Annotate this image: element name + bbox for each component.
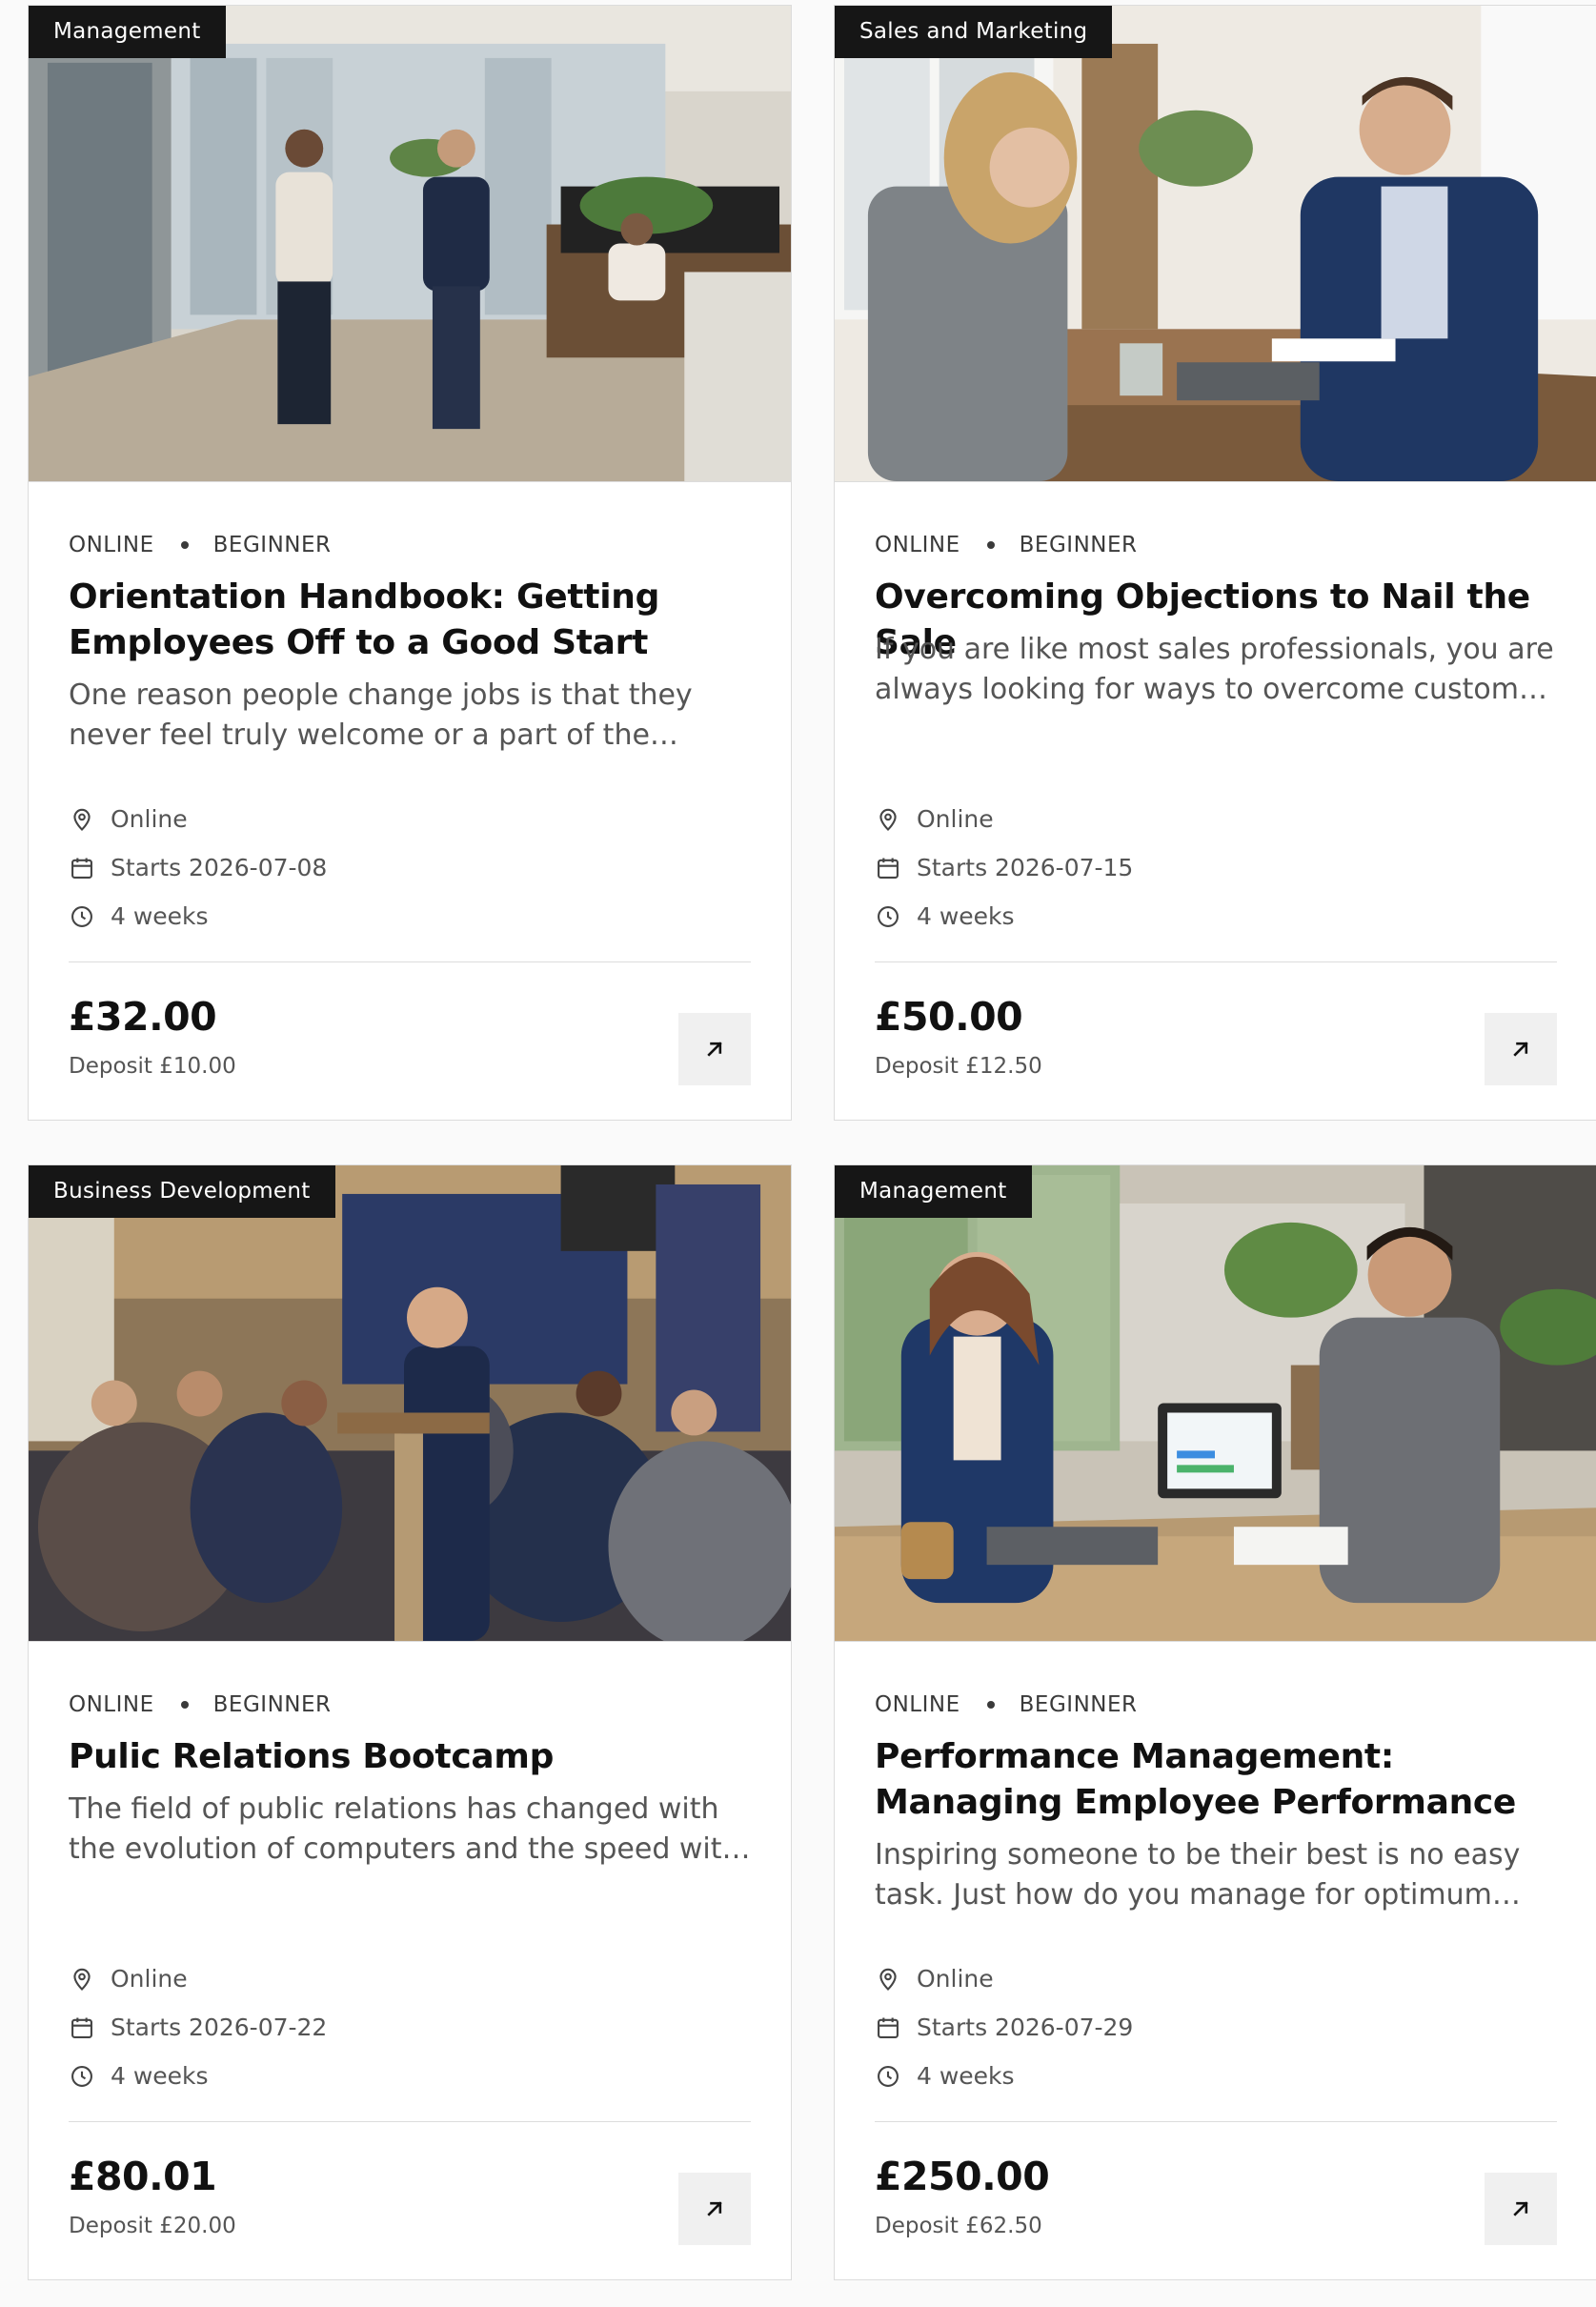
category-badge: Management [835,1165,1032,1218]
category-badge: Management [29,6,226,58]
divider [69,961,751,962]
clock-icon [875,2063,901,2090]
open-course-button[interactable] [1485,2173,1557,2245]
divider [875,2121,1557,2122]
start-date-text: Starts 2026-07-15 [917,854,1134,881]
divider [875,961,1557,962]
category-badge: Sales and Marketing [835,6,1113,58]
open-course-button[interactable] [678,2173,751,2245]
duration-row: 4 weeks [875,892,1557,941]
arrow-up-right-icon [1507,1036,1534,1062]
course-card[interactable]: Business Development ONLINE BEGINNER Pul… [28,1164,792,2280]
course-price: £50.00 [875,994,1023,1040]
course-price: £250.00 [875,2154,1050,2199]
calendar-icon [875,2014,901,2041]
course-meta: ONLINE BEGINNER [875,1692,1138,1717]
separator-dot [180,541,189,549]
course-meta: ONLINE BEGINNER [69,533,332,557]
separator-dot [986,541,995,549]
calendar-icon [875,855,901,881]
course-image: Management [835,1165,1596,1642]
location-text: Online [111,1965,188,1993]
course-price: £80.01 [69,2154,217,2199]
duration-row: 4 weeks [69,2052,751,2100]
location-text: Online [917,1965,994,1993]
start-date-row: Starts 2026-07-22 [69,2003,751,2052]
start-date-row: Starts 2026-07-15 [875,843,1557,892]
delivery-mode: ONLINE [69,1692,154,1717]
location-pin-icon [69,806,95,833]
course-description: The field of public relations has change… [69,1792,740,1866]
course-details: Online Starts 2026-07-15 4 weeks [875,795,1557,941]
course-image: Sales and Marketing [835,6,1596,482]
location-row: Online [69,1954,751,2003]
location-pin-icon [875,806,901,833]
open-course-button[interactable] [678,1013,751,1085]
course-image: Business Development [29,1165,791,1642]
duration-text: 4 weeks [917,902,1015,930]
start-date-text: Starts 2026-07-29 [917,2014,1134,2041]
course-title[interactable]: Pulic Relations Bootcamp [69,1734,751,1780]
course-price: £32.00 [69,994,217,1040]
separator-dot [180,1701,189,1709]
course-image: Management [29,6,791,482]
divider [69,2121,751,2122]
clock-icon [69,2063,95,2090]
duration-text: 4 weeks [917,2062,1015,2090]
calendar-icon [69,855,95,881]
course-meta: ONLINE BEGINNER [875,533,1138,557]
delivery-mode: ONLINE [875,533,960,557]
course-meta: ONLINE BEGINNER [69,1692,332,1717]
arrow-up-right-icon [701,2196,728,2222]
arrow-up-right-icon [1507,2196,1534,2222]
category-badge: Business Development [29,1165,335,1218]
delivery-mode: ONLINE [875,1692,960,1717]
calendar-icon [69,2014,95,2041]
duration-text: 4 weeks [111,2062,209,2090]
course-details: Online Starts 2026-07-22 4 weeks [69,1954,751,2100]
course-description: If you are like most sales professionals… [875,633,1554,706]
course-title[interactable]: Orientation Handbook: Getting Employees … [69,575,751,666]
course-details: Online Starts 2026-07-08 4 weeks [69,795,751,941]
location-row: Online [875,795,1557,843]
course-level: BEGINNER [1019,533,1138,557]
location-row: Online [875,1954,1557,2003]
course-deposit: Deposit £10.00 [69,1054,236,1079]
course-deposit: Deposit £12.50 [875,1054,1042,1079]
course-description: Inspiring someone to be their best is no… [875,1838,1521,1912]
duration-text: 4 weeks [111,902,209,930]
course-deposit: Deposit £62.50 [875,2214,1042,2238]
duration-row: 4 weeks [69,892,751,941]
delivery-mode: ONLINE [69,533,154,557]
location-pin-icon [875,1966,901,1993]
course-level: BEGINNER [1019,1692,1138,1717]
clock-icon [875,903,901,930]
location-text: Online [917,805,994,833]
course-level: BEGINNER [212,533,332,557]
duration-row: 4 weeks [875,2052,1557,2100]
course-description: One reason people change jobs is that th… [69,678,693,752]
location-pin-icon [69,1966,95,1993]
course-deposit: Deposit £20.00 [69,2214,236,2238]
location-row: Online [69,795,751,843]
course-card[interactable]: Sales and Marketing ONLINE BEGINNER Over… [834,5,1596,1121]
open-course-button[interactable] [1485,1013,1557,1085]
location-text: Online [111,805,188,833]
course-card[interactable]: Management [28,5,792,1121]
course-card[interactable]: Management [834,1164,1596,2280]
arrow-up-right-icon [701,1036,728,1062]
clock-icon [69,903,95,930]
separator-dot [986,1701,995,1709]
start-date-row: Starts 2026-07-08 [69,843,751,892]
start-date-row: Starts 2026-07-29 [875,2003,1557,2052]
course-level: BEGINNER [212,1692,332,1717]
course-title[interactable]: Performance Management: Managing Employe… [875,1734,1557,1826]
start-date-text: Starts 2026-07-08 [111,854,328,881]
course-details: Online Starts 2026-07-29 4 weeks [875,1954,1557,2100]
start-date-text: Starts 2026-07-22 [111,2014,328,2041]
course-grid: Management ONLINE BEGINNER Orientation H… [28,5,1596,2280]
